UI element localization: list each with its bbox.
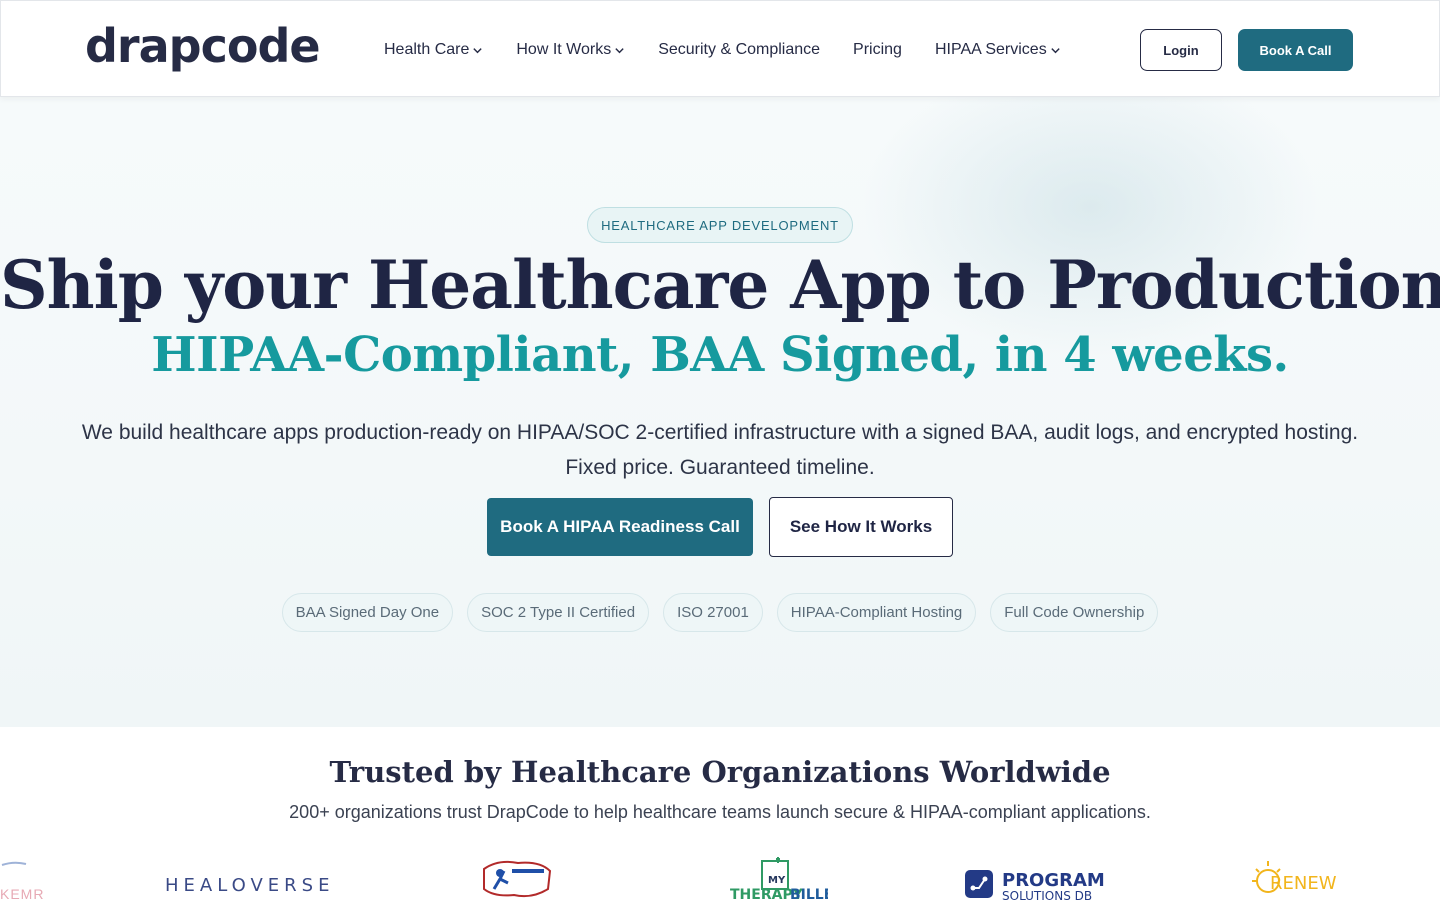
book-a-call-button[interactable]: Book A Call (1238, 29, 1353, 71)
runner-map-logo (483, 860, 552, 898)
kemr-logo: KEMR (0, 861, 44, 900)
hero-description-line1: We build healthcare apps production-read… (81, 421, 1359, 444)
chevron-down-icon (615, 47, 624, 53)
renew-logo: RENEW (1252, 861, 1337, 894)
see-how-it-works-button[interactable]: See How It Works (769, 497, 953, 557)
feature-pill: BAA Signed Day One (281, 593, 454, 632)
login-button[interactable]: Login (1140, 29, 1222, 71)
nav-item-security-compliance[interactable]: Security & Compliance (658, 41, 820, 59)
svg-text:BILLER: BILLER (790, 887, 828, 900)
nav-label: How It Works (516, 41, 612, 58)
feature-pill: SOC 2 Type II Certified (467, 593, 650, 632)
feature-pills: BAA Signed Day One SOC 2 Type II Certifi… (0, 593, 1440, 632)
svg-text:MY: MY (768, 875, 786, 886)
nav-item-pricing[interactable]: Pricing (853, 41, 902, 59)
nav-label: HIPAA Services (934, 41, 1047, 58)
svg-text:HEALOVERSE: HEALOVERSE (165, 875, 334, 896)
svg-text:SOLUTIONS DB: SOLUTIONS DB (1002, 889, 1092, 900)
feature-pill: HIPAA-Compliant Hosting (776, 593, 977, 632)
trusted-title: Trusted by Healthcare Organizations Worl… (329, 755, 1111, 789)
drapcode-logo[interactable]: drapcode (85, 19, 321, 73)
hero-description-line2: Fixed price. Guaranteed timeline. (565, 456, 875, 479)
site-header: drapcode Health Care How It Works Securi… (0, 0, 1440, 97)
feature-pill: ISO 27001 (663, 593, 763, 632)
hero-title: Ship your Healthcare App to Production (0, 246, 1440, 324)
nav-item-hipaa-services[interactable]: HIPAA Services (935, 41, 1061, 59)
my-therapy-biller-logo: MY THERAPY BILLER (730, 857, 828, 900)
hero-section: HEALTHCARE APP DEVELOPMENT Ship your Hea… (0, 97, 1440, 727)
chevron-down-icon (1051, 47, 1060, 53)
nav-label: Pricing (853, 41, 902, 58)
healoverse-logo: HEALOVERSE (165, 875, 334, 896)
svg-text:KEMR: KEMR (0, 886, 44, 900)
category-badge: HEALTHCARE APP DEVELOPMENT (587, 207, 853, 243)
nav-item-health-care[interactable]: Health Care (384, 41, 483, 59)
trusted-subtitle: 200+ organizations trust DrapCode to hel… (289, 802, 1151, 822)
nav-label: Health Care (384, 41, 470, 58)
main-nav: Health Care How It Works Security & Comp… (384, 38, 1094, 62)
nav-item-how-it-works[interactable]: How It Works (516, 41, 625, 59)
book-hipaa-readiness-call-button[interactable]: Book A HIPAA Readiness Call (487, 498, 753, 556)
svg-text:RENEW: RENEW (1270, 873, 1337, 894)
client-logos-strip: KEMR HEALOVERSE MY THERAPY BILLER PROGRA… (0, 855, 1440, 900)
nav-label: Security & Compliance (658, 41, 821, 58)
svg-text:PROGRAM: PROGRAM (1002, 870, 1105, 891)
program-solutions-db-logo: PROGRAM SOLUTIONS DB (965, 870, 1105, 900)
hero-description: We build healthcare apps production-read… (60, 415, 1380, 485)
feature-pill: Full Code Ownership (990, 593, 1159, 632)
chevron-down-icon (473, 47, 483, 53)
hero-subtitle: HIPAA-Compliant, BAA Signed, in 4 weeks. (151, 327, 1289, 383)
